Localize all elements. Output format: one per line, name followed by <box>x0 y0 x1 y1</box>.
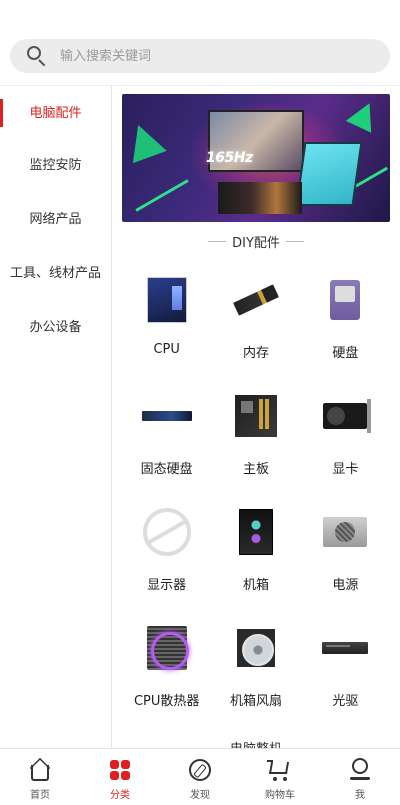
case-fan-icon <box>236 629 275 667</box>
sidebar-item-tools-cables[interactable]: 工具、线材产品 <box>0 244 111 298</box>
category-case[interactable]: 机箱 <box>211 494 300 610</box>
category-ssd[interactable]: 固态硬盘 <box>122 378 211 494</box>
nav-label: 购物车 <box>265 790 295 801</box>
category-case-fan[interactable]: 机箱风扇 <box>211 610 300 726</box>
case-icon <box>238 509 273 555</box>
category-label: 硬盘 <box>332 346 359 361</box>
category-label: 固态硬盘 <box>140 462 193 477</box>
category-label: 内存 <box>242 346 269 361</box>
home-icon <box>27 757 53 783</box>
nav-category[interactable]: 分类 <box>80 749 160 805</box>
optical-drive-icon <box>322 642 369 654</box>
category-cpu[interactable]: CPU <box>122 262 211 378</box>
nav-home[interactable]: 首页 <box>0 749 80 805</box>
nav-discover[interactable]: 发现 <box>160 749 240 805</box>
cpu-icon <box>146 277 187 323</box>
category-label: 机箱风扇 <box>229 694 282 709</box>
category-optical-drive[interactable]: 光驱 <box>301 610 390 726</box>
sidebar-item-network-products[interactable]: 网络产品 <box>0 190 111 244</box>
category-label: 显示器 <box>147 578 187 593</box>
nav-label: 首页 <box>30 790 50 801</box>
category-psu[interactable]: 电源 <box>301 494 390 610</box>
discover-icon <box>187 757 213 783</box>
nav-label: 我 <box>355 790 365 801</box>
nav-profile[interactable]: 我 <box>320 749 400 805</box>
cpu-cooler-icon <box>146 626 189 670</box>
section-title: DIY配件 <box>122 232 390 251</box>
sidebar-item-security-monitoring[interactable]: 监控安防 <box>0 136 111 190</box>
cart-icon <box>267 757 293 783</box>
triangle-decor-icon <box>345 97 383 133</box>
promo-banner[interactable]: 165Hz <box>122 94 390 222</box>
section-title-text: DIY配件 <box>232 236 280 251</box>
sidebar-item-office-equipment[interactable]: 办公设备 <box>0 298 111 352</box>
category-page: 电脑配件 监控安防 网络产品 工具、线材产品 办公设备 165Hz DIY配件 … <box>0 0 400 805</box>
sidebar-item-computer-parts[interactable]: 电脑配件 <box>0 86 111 136</box>
category-label: 光驱 <box>332 694 359 709</box>
category-label: 机箱 <box>242 578 269 593</box>
category-icon <box>107 757 133 783</box>
profile-icon <box>347 757 373 783</box>
category-ram[interactable]: 内存 <box>211 262 300 378</box>
category-monitor[interactable]: 显示器 <box>122 494 211 610</box>
category-label: 显卡 <box>332 462 359 477</box>
category-hdd[interactable]: 硬盘 <box>301 262 390 378</box>
category-cpu-cooler[interactable]: CPU散热器 <box>122 610 211 726</box>
search-bar[interactable] <box>10 39 390 73</box>
psu-icon <box>323 517 368 547</box>
category-label: 主板 <box>242 462 269 477</box>
search-icon <box>26 45 48 67</box>
gpu-icon <box>323 399 372 433</box>
banner-parts-image <box>218 182 302 214</box>
search-input[interactable] <box>60 48 360 64</box>
category-motherboard[interactable]: 主板 <box>211 378 300 494</box>
motherboard-icon <box>234 395 277 437</box>
monitor-placeholder-icon <box>142 508 191 556</box>
category-label: CPU散热器 <box>133 694 200 709</box>
category-gpu[interactable]: 显卡 <box>301 378 390 494</box>
ram-icon <box>233 284 279 316</box>
ssd-icon <box>141 411 192 421</box>
hdd-icon <box>330 280 361 320</box>
nav-label: 发现 <box>190 790 210 801</box>
nav-label: 分类 <box>110 790 130 801</box>
nav-cart[interactable]: 购物车 <box>240 749 320 805</box>
product-category-grid: CPU 内存 硬盘 固态硬盘 主板 显卡 显示器 机箱 电源 CPU散热器 机箱… <box>122 262 390 726</box>
bottom-navigation: 首页 分类 发现 购物车 我 <box>0 748 400 805</box>
category-label: CPU <box>153 342 180 357</box>
category-label: 电源 <box>332 578 359 593</box>
category-sidebar: 电脑配件 监控安防 网络产品 工具、线材产品 办公设备 <box>0 86 112 748</box>
triangle-decor-icon <box>122 118 167 164</box>
banner-case-image <box>295 142 363 206</box>
banner-refresh-rate: 165Hz <box>206 150 253 166</box>
